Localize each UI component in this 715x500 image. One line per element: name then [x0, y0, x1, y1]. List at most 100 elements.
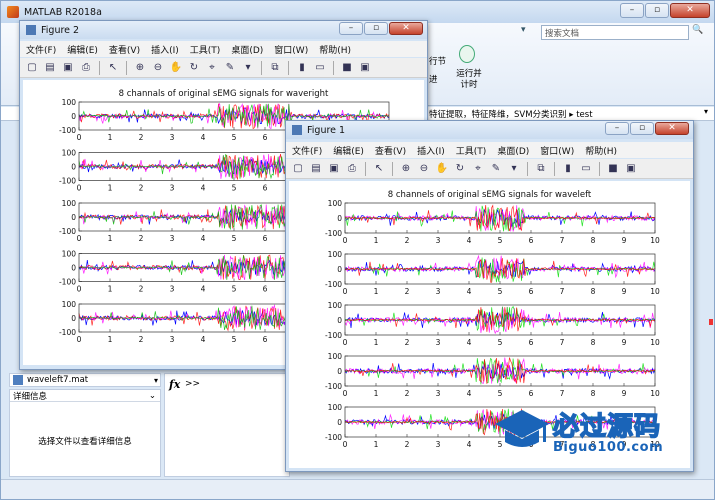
- zoom-out-icon[interactable]: ⊖: [416, 161, 432, 177]
- link-icon[interactable]: ⧉: [267, 60, 283, 76]
- y-tick-label: -100: [59, 227, 76, 236]
- figure2-minimize-button[interactable]: –: [339, 22, 363, 35]
- menu-item[interactable]: 帮助(H): [585, 144, 617, 157]
- zoom-in-icon[interactable]: ⊕: [398, 161, 414, 177]
- edit-arrow-icon[interactable]: ↖: [105, 60, 121, 76]
- menu-item[interactable]: 文件(F): [292, 144, 322, 157]
- x-tick-label: 1: [108, 335, 113, 344]
- y-tick-label: 0: [71, 112, 76, 121]
- x-tick-label: 6: [529, 338, 534, 347]
- run-advance-button[interactable]: 运行并 计时: [453, 69, 485, 91]
- run-advance-icon[interactable]: [459, 45, 475, 63]
- x-tick-label: 5: [232, 184, 237, 193]
- brush-icon[interactable]: ✎: [222, 60, 238, 76]
- x-tick-label: 5: [498, 236, 503, 245]
- menu-item[interactable]: 帮助(H): [319, 43, 351, 56]
- current-file-row[interactable]: waveleft7.mat ▾: [9, 373, 161, 387]
- figure2-plot-title: 8 channals of original sEMG signals for …: [118, 89, 329, 99]
- y-tick-label: 100: [62, 149, 77, 158]
- matlab-title: MATLAB R2018a: [24, 6, 102, 18]
- minimize-button[interactable]: –: [620, 3, 644, 18]
- save-icon[interactable]: ▣: [60, 60, 76, 76]
- ribbon-label-1[interactable]: 行节: [429, 55, 446, 67]
- save-icon[interactable]: ▣: [326, 161, 342, 177]
- figure1-close-button[interactable]: ✕: [655, 122, 689, 135]
- search-icon[interactable]: 🔍: [692, 25, 704, 40]
- x-tick-label: 4: [201, 133, 206, 142]
- figure2-titlebar[interactable]: Figure 2 – ▫ ✕: [20, 21, 427, 39]
- x-tick-label: 5: [232, 335, 237, 344]
- pan-icon[interactable]: ✋: [168, 60, 184, 76]
- menu-item[interactable]: 工具(T): [190, 43, 221, 56]
- x-tick-label: 9: [622, 287, 627, 296]
- details-expand-icon[interactable]: ⌄: [149, 391, 160, 401]
- toolbar-separator: [365, 161, 366, 176]
- y-tick-label: -100: [325, 280, 342, 289]
- figure1-toolbar: ▢ ▤ ▣ ⎙ ↖ ⊕ ⊖ ✋ ↻ ⌖ ✎ ▾ ⧉ ▮ ▭ ■ ▣: [286, 159, 693, 179]
- hide-plot-tools-icon[interactable]: ■: [339, 60, 355, 76]
- figure2-close-button[interactable]: ✕: [389, 22, 423, 35]
- x-tick-label: 3: [170, 184, 175, 193]
- open-file-icon[interactable]: ▤: [308, 161, 324, 177]
- x-tick-label: 8: [591, 236, 596, 245]
- menu-item[interactable]: 编辑(E): [67, 43, 98, 56]
- legend-icon[interactable]: ▭: [578, 161, 594, 177]
- print-icon[interactable]: ⎙: [344, 161, 360, 177]
- figure1-minimize-button[interactable]: –: [605, 122, 629, 135]
- colorbar-icon[interactable]: ▮: [560, 161, 576, 177]
- doc-search-box[interactable]: 搜索文档: [541, 25, 689, 40]
- print-icon[interactable]: ⎙: [78, 60, 94, 76]
- status-bar: [1, 479, 714, 499]
- show-plot-tools-icon[interactable]: ▣: [623, 161, 639, 177]
- maximize-button[interactable]: ▫: [645, 3, 669, 18]
- x-tick-label: 4: [467, 440, 472, 449]
- x-tick-label: 2: [139, 335, 144, 344]
- path-dropdown-icon[interactable]: ▾: [704, 107, 708, 116]
- menu-item[interactable]: 插入(I): [417, 144, 445, 157]
- open-file-icon[interactable]: ▤: [42, 60, 58, 76]
- search-input[interactable]: 搜索文档: [545, 27, 579, 39]
- x-tick-label: 0: [343, 287, 348, 296]
- brush-icon[interactable]: ✎: [488, 161, 504, 177]
- figure1-titlebar[interactable]: Figure 1 – ▫ ✕: [286, 121, 693, 139]
- toolbar-help-icon[interactable]: ▾: [521, 25, 535, 40]
- x-tick-label: 4: [467, 338, 472, 347]
- pan-icon[interactable]: ✋: [434, 161, 450, 177]
- figure1-maximize-button[interactable]: ▫: [630, 122, 654, 135]
- rotate-icon[interactable]: ↻: [186, 60, 202, 76]
- path-text[interactable]: 特征提取，特征降维，SVM分类识别 ▸ test: [429, 108, 593, 120]
- menu-item[interactable]: 查看(V): [109, 43, 140, 56]
- brush-dropdown-icon[interactable]: ▾: [506, 161, 522, 177]
- command-window[interactable]: fx >>: [164, 373, 290, 477]
- menu-item[interactable]: 编辑(E): [333, 144, 364, 157]
- x-tick-label: 8: [591, 389, 596, 398]
- ribbon-label-2[interactable]: 进: [429, 73, 438, 85]
- hide-plot-tools-icon[interactable]: ■: [605, 161, 621, 177]
- menu-item[interactable]: 插入(I): [151, 43, 179, 56]
- zoom-out-icon[interactable]: ⊖: [150, 60, 166, 76]
- zoom-in-icon[interactable]: ⊕: [132, 60, 148, 76]
- show-plot-tools-icon[interactable]: ▣: [357, 60, 373, 76]
- legend-icon[interactable]: ▭: [312, 60, 328, 76]
- new-file-icon[interactable]: ▢: [24, 60, 40, 76]
- brush-dropdown-icon[interactable]: ▾: [240, 60, 256, 76]
- menu-item[interactable]: 桌面(D): [231, 43, 263, 56]
- new-file-icon[interactable]: ▢: [290, 161, 306, 177]
- menu-item[interactable]: 窗口(W): [274, 43, 308, 56]
- rotate-icon[interactable]: ↻: [452, 161, 468, 177]
- data-cursor-icon[interactable]: ⌖: [204, 60, 220, 76]
- file-scroll-icon[interactable]: ▾: [154, 376, 160, 385]
- data-cursor-icon[interactable]: ⌖: [470, 161, 486, 177]
- menu-item[interactable]: 窗口(W): [540, 144, 574, 157]
- menu-item[interactable]: 桌面(D): [497, 144, 529, 157]
- details-header[interactable]: 详细信息 ⌄: [10, 390, 160, 402]
- colorbar-icon[interactable]: ▮: [294, 60, 310, 76]
- edit-arrow-icon[interactable]: ↖: [371, 161, 387, 177]
- toolbar-separator: [99, 60, 100, 75]
- figure2-maximize-button[interactable]: ▫: [364, 22, 388, 35]
- menu-item[interactable]: 文件(F): [26, 43, 56, 56]
- link-icon[interactable]: ⧉: [533, 161, 549, 177]
- menu-item[interactable]: 查看(V): [375, 144, 406, 157]
- menu-item[interactable]: 工具(T): [456, 144, 487, 157]
- close-button[interactable]: ✕: [670, 3, 710, 18]
